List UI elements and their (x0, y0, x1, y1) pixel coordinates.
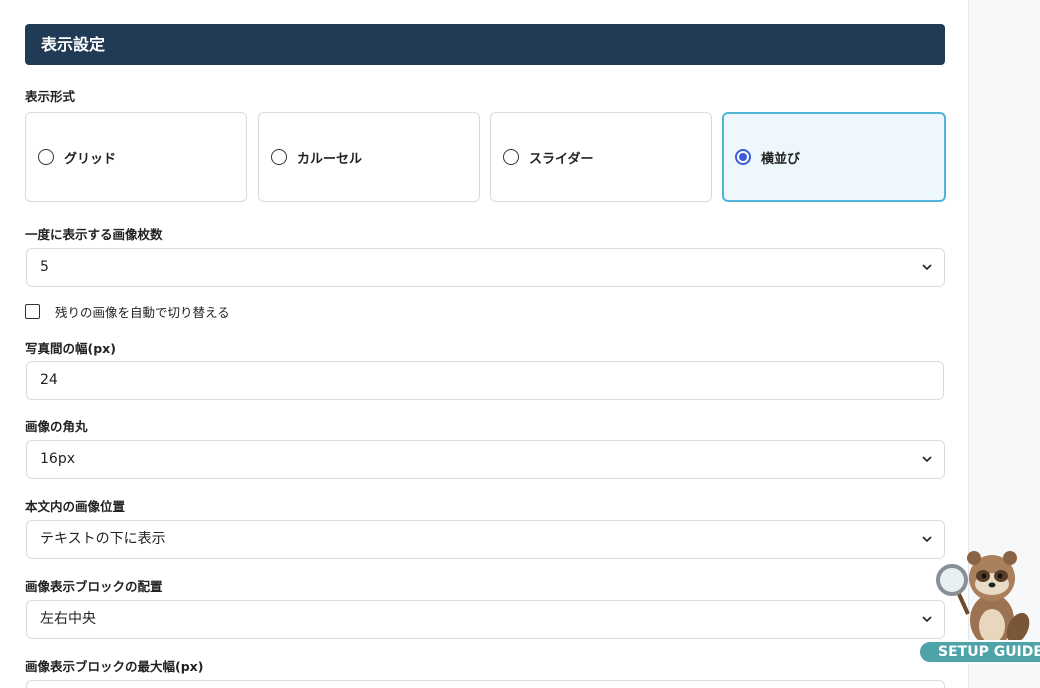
auto-switch-label: 残りの画像を自動で切り替える (55, 305, 230, 320)
chevron-down-icon (922, 456, 932, 463)
select-value: 5 (40, 259, 49, 275)
radio-button[interactable] (38, 149, 54, 165)
chevron-down-icon (922, 264, 932, 271)
images-per-view-label: 一度に表示する画像枚数 (25, 227, 163, 242)
option-label: カルーセル (297, 151, 363, 167)
photo-gap-input[interactable]: 24 (26, 361, 944, 400)
auto-switch-row[interactable]: 残りの画像を自動で切り替える (25, 302, 230, 321)
select-value: テキストの下に表示 (40, 531, 166, 547)
option-label: 横並び (761, 151, 801, 167)
option-slider[interactable]: スライダー (490, 112, 712, 202)
settings-panel: 表示設定 表示形式 グリッド カルーセル スライダー 横並び 一度に表示する画像… (0, 0, 969, 688)
radio-button[interactable] (503, 149, 519, 165)
image-position-select[interactable]: テキストの下に表示 (26, 520, 945, 559)
block-max-width-input[interactable] (26, 680, 945, 688)
block-align-select[interactable]: 左右中央 (26, 600, 945, 639)
radio-button-checked[interactable] (735, 149, 751, 165)
setup-guide-button[interactable]: SETUP GUIDE M (918, 640, 1040, 664)
image-position-label: 本文内の画像位置 (25, 499, 126, 514)
option-carousel[interactable]: カルーセル (258, 112, 480, 202)
tanuki-mascot-icon[interactable] (930, 540, 1040, 650)
image-radius-label: 画像の角丸 (25, 419, 88, 434)
select-value: 左右中央 (40, 611, 96, 627)
option-grid[interactable]: グリッド (25, 112, 247, 202)
radio-button[interactable] (271, 149, 287, 165)
option-label: グリッド (64, 151, 117, 167)
images-per-view-select[interactable]: 5 (26, 248, 945, 287)
block-max-width-label: 画像表示ブロックの最大幅(px) (25, 659, 204, 674)
option-label: スライダー (529, 151, 594, 167)
block-align-label: 画像表示ブロックの配置 (25, 579, 163, 594)
auto-switch-checkbox[interactable] (25, 304, 40, 319)
section-header: 表示設定 (25, 24, 945, 65)
option-horizontal[interactable]: 横並び (722, 112, 946, 202)
display-format-label: 表示形式 (25, 89, 76, 104)
image-radius-select[interactable]: 16px (26, 440, 945, 479)
photo-gap-label: 写真間の幅(px) (25, 341, 116, 356)
select-value: 16px (40, 451, 75, 467)
input-value: 24 (40, 372, 58, 388)
